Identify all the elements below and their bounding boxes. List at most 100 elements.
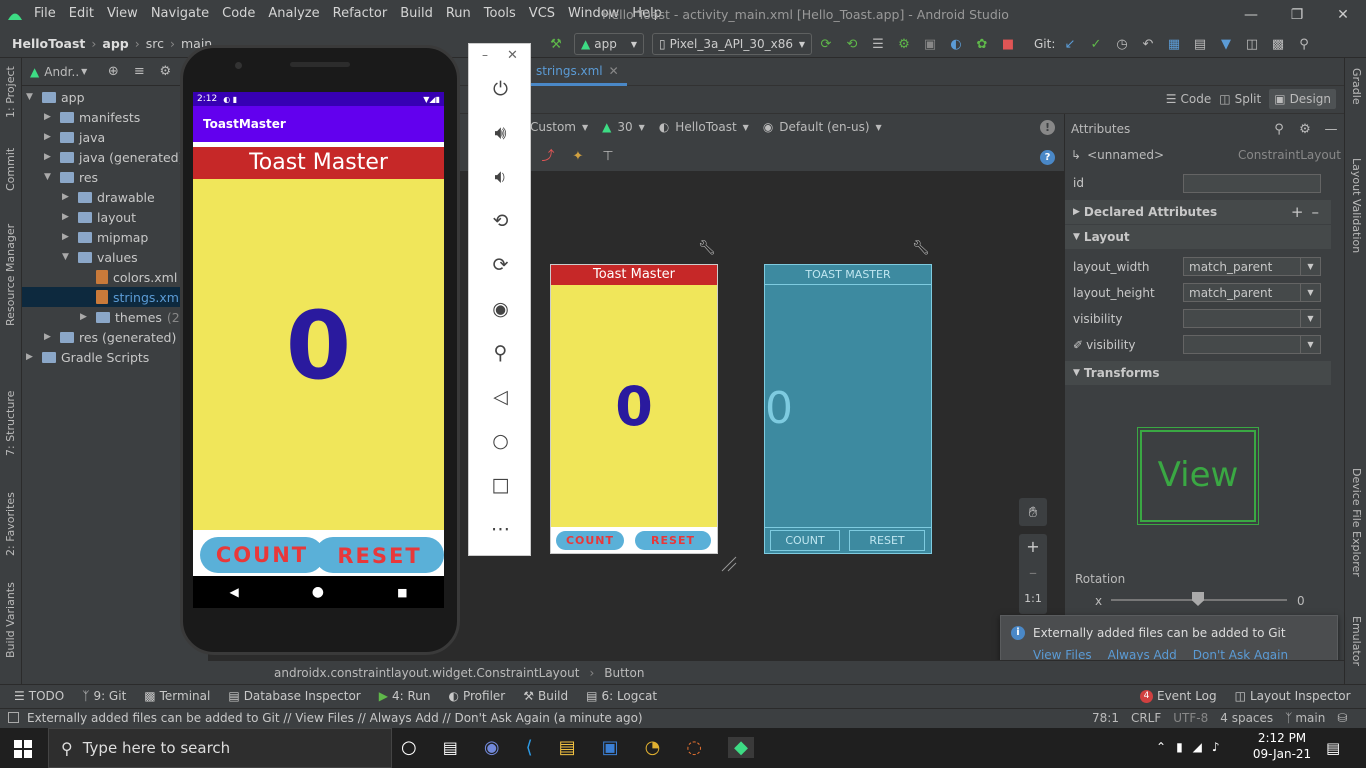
- line-separator[interactable]: CRLF: [1131, 711, 1161, 725]
- breadcrumb-constraintlayout[interactable]: androidx.constraintlayout.widget.Constra…: [274, 666, 579, 680]
- clear-constraints-icon[interactable]: ⤴: [540, 148, 556, 164]
- layout-height-select[interactable]: match_parent ▼: [1183, 283, 1321, 302]
- layout-inspector-icon[interactable]: ▩: [1270, 36, 1286, 52]
- hammer-icon[interactable]: ⚒: [548, 36, 564, 52]
- editor-tab[interactable]: strings.xml ✕: [528, 58, 627, 86]
- layout-section[interactable]: ▼ Layout: [1065, 225, 1331, 249]
- tool-favorites[interactable]: 2: Favorites: [4, 492, 17, 556]
- git-commit-icon[interactable]: ✓: [1088, 36, 1104, 52]
- collapse-icon[interactable]: ▼: [26, 92, 36, 102]
- tool-device-file-explorer[interactable]: Device File Explorer: [1350, 468, 1363, 577]
- battery-icon[interactable]: ▮: [1176, 740, 1183, 754]
- search-icon[interactable]: ⚲: [1271, 121, 1287, 137]
- toast-master-header[interactable]: Toast Master: [193, 147, 444, 179]
- zoom-in-icon[interactable]: +: [1019, 534, 1047, 560]
- database-inspector-tool[interactable]: ▤ Database Inspector: [228, 689, 360, 703]
- cursor-position[interactable]: 78:1: [1092, 711, 1119, 725]
- project-view-select[interactable]: Andr..: [44, 65, 79, 79]
- device-dropdown[interactable]: Custom: [530, 120, 576, 134]
- expand-icon[interactable]: ▶: [44, 132, 54, 142]
- expand-icon[interactable]: ▶: [44, 332, 54, 342]
- add-attribute-icon[interactable]: +: [1291, 203, 1304, 221]
- windows-start-icon[interactable]: [14, 740, 32, 758]
- blueprint-reset-button[interactable]: RESET: [849, 530, 925, 551]
- transforms-section[interactable]: ▼ Transforms: [1065, 361, 1331, 385]
- emulator-screen[interactable]: 2:12 ◐ ▮ ▼◢▮ ToastMaster Toast Master 0 …: [193, 92, 444, 576]
- menu-run[interactable]: Run: [446, 6, 471, 21]
- zoom-out-icon[interactable]: –: [1019, 560, 1047, 586]
- apply-changes-icon[interactable]: ⟳: [818, 36, 834, 52]
- minimize-icon[interactable]: —: [1228, 0, 1274, 30]
- jupyter-icon[interactable]: ◌: [686, 737, 702, 758]
- power-icon[interactable]: ⏻︎: [469, 78, 532, 100]
- expand-icon[interactable]: ▶: [62, 212, 72, 222]
- menu-refactor[interactable]: Refactor: [333, 6, 388, 21]
- history-icon[interactable]: ◷: [1114, 36, 1130, 52]
- home-icon[interactable]: ●: [312, 584, 324, 600]
- locale-dropdown[interactable]: Default (en-us): [779, 120, 869, 134]
- zoom-fit-button[interactable]: 1:1: [1019, 586, 1047, 612]
- rollback-icon[interactable]: ↶: [1140, 36, 1156, 52]
- volume-icon[interactable]: ♪: [1212, 740, 1220, 754]
- terminal-tool[interactable]: ▩ Terminal: [144, 689, 210, 703]
- run-tool[interactable]: ▶ 4: Run: [379, 689, 431, 703]
- declared-attributes-section[interactable]: ▶ Declared Attributes + –: [1065, 200, 1331, 224]
- git-update-icon[interactable]: ↙: [1062, 36, 1078, 52]
- expand-icon[interactable]: ▶: [62, 232, 72, 242]
- layout-width-select[interactable]: match_parent ▼: [1183, 257, 1321, 276]
- zoom-icon[interactable]: ⚲: [469, 342, 532, 364]
- blueprint-preview[interactable]: TOAST MASTER 0 COUNT RESET: [764, 264, 932, 554]
- profile-icon[interactable]: ◐: [948, 36, 964, 52]
- hide-icon[interactable]: —: [1323, 121, 1339, 137]
- id-field[interactable]: [1183, 174, 1321, 193]
- breadcrumb-app[interactable]: app: [102, 36, 128, 51]
- restore-icon[interactable]: ❐: [1274, 0, 1320, 30]
- volume-down-icon[interactable]: 🔉︎: [469, 166, 532, 188]
- close-icon[interactable]: ✕: [1320, 0, 1366, 30]
- sdk-manager-icon[interactable]: ▼: [1218, 36, 1234, 52]
- menu-build[interactable]: Build: [400, 6, 433, 21]
- back-icon[interactable]: ◀: [230, 585, 239, 599]
- menu-analyze[interactable]: Analyze: [268, 6, 319, 21]
- blueprint-header[interactable]: TOAST MASTER: [765, 265, 931, 285]
- close-icon[interactable]: ✕: [507, 48, 518, 63]
- gear-icon[interactable]: ⚙: [157, 64, 173, 80]
- help-icon[interactable]: ?: [1040, 150, 1055, 165]
- android-studio-taskbar-icon[interactable]: ◆: [728, 737, 754, 758]
- git-tool[interactable]: ᛉ 9: Git: [82, 689, 126, 703]
- device-manager-icon[interactable]: ◫: [1244, 36, 1260, 52]
- remove-attribute-icon[interactable]: –: [1312, 203, 1320, 221]
- wrench-icon[interactable]: 🔧︎: [698, 240, 716, 256]
- tool-gradle[interactable]: Gradle: [1350, 68, 1363, 105]
- stop-icon[interactable]: ■: [1000, 36, 1016, 52]
- mode-split-button[interactable]: ◫ Split: [1219, 92, 1261, 106]
- preview-reset-button[interactable]: RESET: [635, 531, 711, 550]
- menu-view[interactable]: View: [107, 6, 138, 21]
- project-structure-icon[interactable]: ▦: [1166, 36, 1182, 52]
- visibility-select[interactable]: ▼: [1183, 309, 1321, 328]
- theme-dropdown[interactable]: HelloToast: [675, 120, 736, 134]
- chevron-down-icon[interactable]: ▼: [81, 67, 87, 76]
- avd-manager-icon[interactable]: ▤: [1192, 36, 1208, 52]
- blueprint-count-button[interactable]: COUNT: [770, 530, 840, 551]
- back-icon[interactable]: ◁: [469, 386, 532, 408]
- infer-constraints-icon[interactable]: ✦: [570, 148, 586, 164]
- vscode-icon[interactable]: ⟨: [526, 737, 533, 758]
- count-button[interactable]: COUNT: [200, 537, 324, 573]
- mode-code-button[interactable]: ☰ Code: [1166, 92, 1212, 106]
- menu-code[interactable]: Code: [222, 6, 255, 21]
- preview-count-button[interactable]: COUNT: [556, 531, 624, 550]
- preview-header[interactable]: Toast Master: [551, 265, 717, 285]
- volume-up-icon[interactable]: 🔊︎: [469, 122, 532, 144]
- pan-hand-icon[interactable]: ✋︎: [1019, 498, 1047, 526]
- tools-visibility-select[interactable]: ▼: [1183, 335, 1321, 354]
- chevron-down-icon[interactable]: ▼: [1300, 284, 1320, 301]
- discord-icon[interactable]: ◉: [484, 737, 500, 758]
- menu-tools[interactable]: Tools: [484, 6, 516, 21]
- home-icon[interactable]: ○: [469, 430, 532, 452]
- tray-chevron-icon[interactable]: ⌃: [1156, 740, 1166, 754]
- breadcrumb-button[interactable]: Button: [604, 666, 644, 680]
- build-tool[interactable]: ⚒ Build: [523, 689, 568, 703]
- collapse-icon[interactable]: ▼: [44, 172, 54, 182]
- logcat-tool[interactable]: ▤ 6: Logcat: [586, 689, 657, 703]
